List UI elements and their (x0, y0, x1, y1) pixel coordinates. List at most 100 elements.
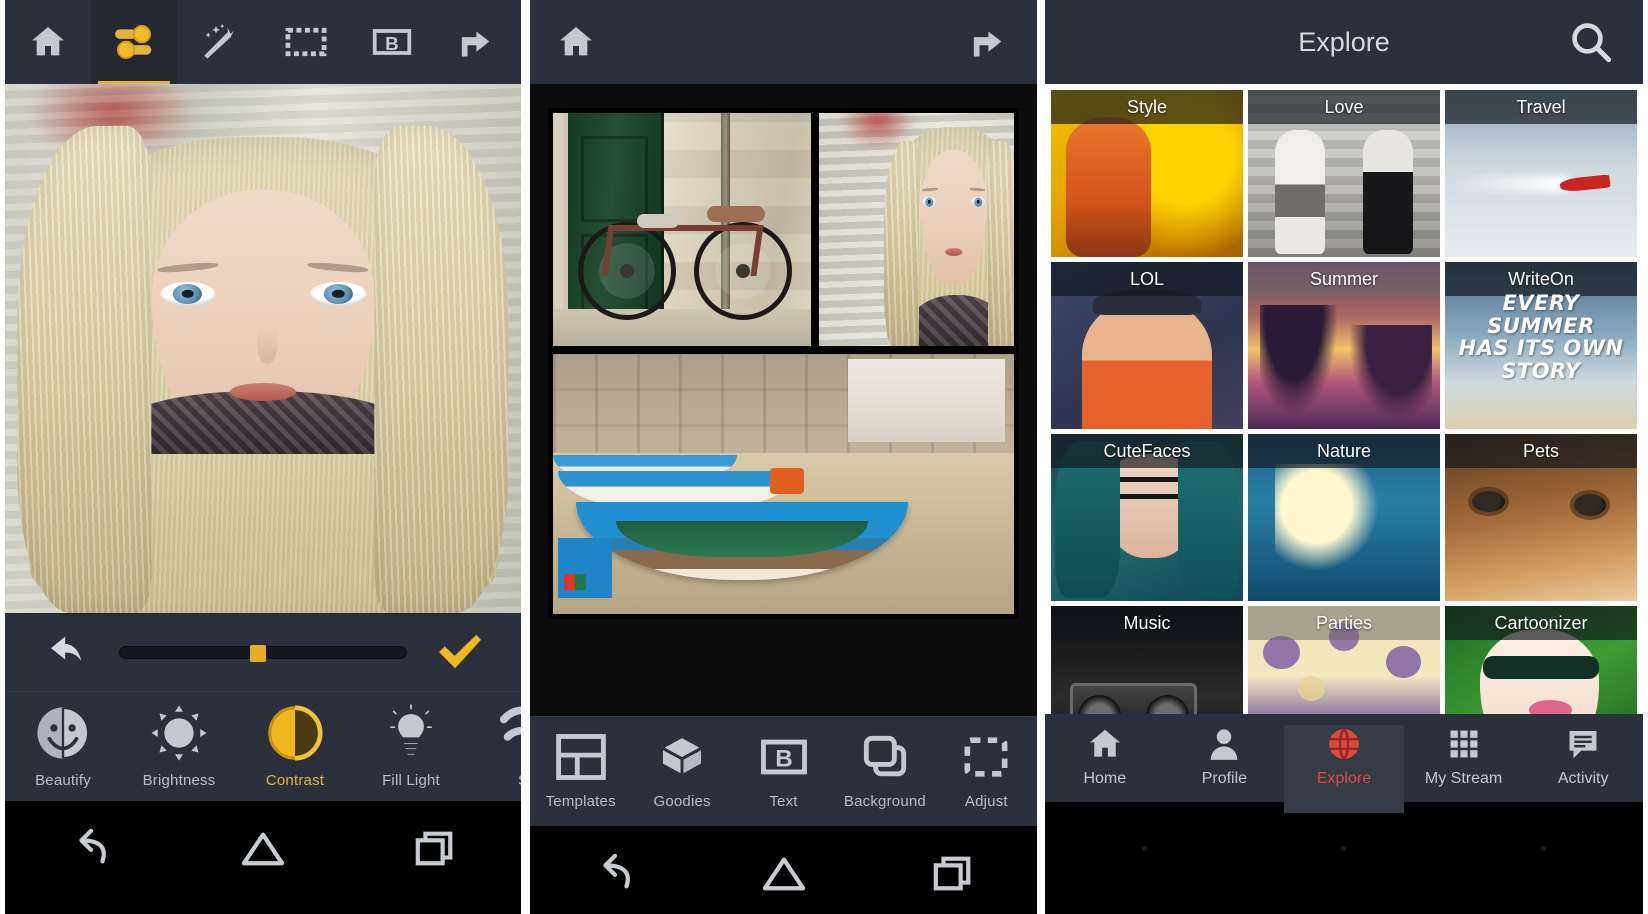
nav-item-profile[interactable]: Profile (1165, 725, 1285, 788)
writeon-overlay-text: EVERY SUMMER HAS ITS OWN STORY (1445, 292, 1637, 383)
home-icon (32, 27, 64, 56)
tool-brightness[interactable]: Brightness (121, 702, 237, 789)
globe-icon (1329, 728, 1359, 760)
explore-tile-summer[interactable]: Summer (1248, 262, 1440, 429)
collage-layout[interactable] (548, 108, 1019, 619)
explore-tile-lol[interactable]: LOL (1051, 262, 1243, 429)
collage-cell-portrait[interactable] (819, 113, 1014, 346)
tile-label: Parties (1248, 606, 1440, 640)
android-system-navbar (530, 826, 1037, 914)
explore-tile-parties[interactable]: Parties (1248, 606, 1440, 714)
tool-fill-light[interactable]: Fill Light (353, 702, 469, 789)
home-icon (241, 832, 285, 865)
collage-canvas[interactable] (530, 84, 1037, 716)
search-button[interactable] (1565, 16, 1617, 68)
collage-home-button[interactable] (556, 22, 596, 62)
photo-subject-portrait (5, 84, 521, 613)
explore-tile-music[interactable]: Music (1051, 606, 1243, 714)
system-home-button[interactable] (1341, 846, 1347, 851)
collage-cell-bicycle[interactable] (553, 113, 812, 346)
explore-tile-style[interactable]: Style (1051, 90, 1243, 257)
system-back-button[interactable] (31, 827, 151, 869)
lightbulb-icon (387, 702, 435, 758)
svg-text:B: B (385, 33, 399, 54)
tool-sc-partial[interactable]: Sc (469, 702, 521, 789)
tool-text[interactable]: B Text (733, 729, 834, 810)
topbar-home-button[interactable] (5, 0, 91, 84)
writeon-line-1: EVERY SUMMER (1487, 291, 1595, 338)
grid-dots-icon (1450, 730, 1478, 758)
editor-tool-strip[interactable]: Beautify Brightness Contrast Fill Light (5, 691, 521, 801)
nav-item-home[interactable]: Home (1045, 725, 1165, 788)
recents-icon (933, 856, 970, 890)
nav-item-activity[interactable]: Activity (1523, 725, 1643, 788)
system-recents-button[interactable] (1540, 846, 1546, 851)
topbar-share-button[interactable] (435, 0, 521, 84)
editor-topbar: B (5, 0, 521, 84)
tool-adjust[interactable]: Adjust (936, 729, 1037, 810)
back-icon (602, 853, 630, 888)
collage-share-button[interactable] (969, 22, 1011, 62)
system-back-button[interactable] (1142, 846, 1148, 851)
collage-tool-strip[interactable]: Templates Goodies B Text Background Adju… (530, 716, 1037, 826)
b-box-icon: B (760, 739, 807, 775)
slider-knob[interactable] (250, 645, 267, 662)
nav-label: Activity (1557, 770, 1609, 787)
nav-item-explore[interactable]: Explore (1284, 725, 1404, 813)
explore-header: Explore (1045, 0, 1643, 84)
explore-tile-cartoonizer[interactable]: Cartoonizer (1445, 606, 1637, 714)
explore-tile-love[interactable]: Love (1248, 90, 1440, 257)
comment-lines-icon (1569, 731, 1597, 759)
beautify-face-icon (35, 705, 91, 761)
tile-label: LOL (1051, 262, 1243, 296)
android-system-navbar (5, 801, 521, 894)
undo-button[interactable] (31, 633, 101, 673)
system-home-button[interactable] (203, 827, 323, 869)
b-box-icon: B (372, 29, 412, 55)
home-icon (560, 27, 592, 56)
writeon-line-3: STORY (1501, 359, 1581, 384)
topbar-frames-button[interactable] (263, 0, 349, 84)
undo-arrow-icon (51, 636, 82, 661)
phone-panel-editor: B Beautify Brightness Contrast Fill Ligh… (5, 0, 521, 914)
frame-icon (285, 27, 327, 57)
layers-icon (863, 735, 907, 777)
system-back-button[interactable] (555, 852, 675, 894)
explore-tile-grid[interactable]: Style Love Travel LOL Summer EVERY SUMME… (1045, 84, 1643, 714)
phone-panel-collage: Templates Goodies B Text Background Adju… (530, 0, 1037, 914)
back-icon (79, 828, 106, 863)
editor-slider-row (5, 613, 521, 691)
writeon-line-2: HAS ITS OWN (1458, 336, 1624, 361)
share-icon (461, 31, 490, 57)
topbar-effects-button[interactable] (177, 0, 263, 84)
android-system-navbar (1045, 802, 1643, 895)
system-recents-button[interactable] (375, 827, 495, 869)
explore-tile-cutefaces[interactable]: CuteFaces (1051, 434, 1243, 601)
explore-tile-writeon[interactable]: EVERY SUMMER HAS ITS OWN STORY WriteOn (1445, 262, 1637, 429)
tile-label: CuteFaces (1051, 434, 1243, 468)
tool-goodies[interactable]: Goodies (631, 729, 732, 810)
system-recents-button[interactable] (893, 852, 1013, 894)
intensity-slider[interactable] (119, 645, 407, 662)
explore-bottom-nav[interactable]: Home Profile Explore My Stream Activity (1045, 714, 1643, 813)
collage-topbar (530, 0, 1037, 84)
tool-label: Goodies (653, 793, 711, 810)
collage-cell-boats[interactable] (553, 354, 1014, 614)
explore-tile-travel[interactable]: Travel (1445, 90, 1637, 257)
tool-beautify[interactable]: Beautify (5, 702, 121, 789)
topbar-text-button[interactable]: B (349, 0, 435, 84)
editor-photo-canvas[interactable] (5, 84, 521, 613)
apply-button[interactable] (425, 632, 495, 674)
tool-contrast[interactable]: Contrast (237, 702, 353, 789)
checkmark-icon (439, 634, 481, 668)
tool-background[interactable]: Background (834, 729, 935, 810)
explore-tile-nature[interactable]: Nature (1248, 434, 1440, 601)
nav-item-my-stream[interactable]: My Stream (1404, 725, 1524, 788)
tile-label: Love (1248, 90, 1440, 124)
person-icon (1211, 729, 1238, 760)
tile-label: Nature (1248, 434, 1440, 468)
tool-templates[interactable]: Templates (530, 729, 631, 810)
explore-tile-pets[interactable]: Pets (1445, 434, 1637, 601)
system-home-button[interactable] (724, 852, 844, 894)
topbar-edit-button[interactable] (91, 0, 177, 84)
